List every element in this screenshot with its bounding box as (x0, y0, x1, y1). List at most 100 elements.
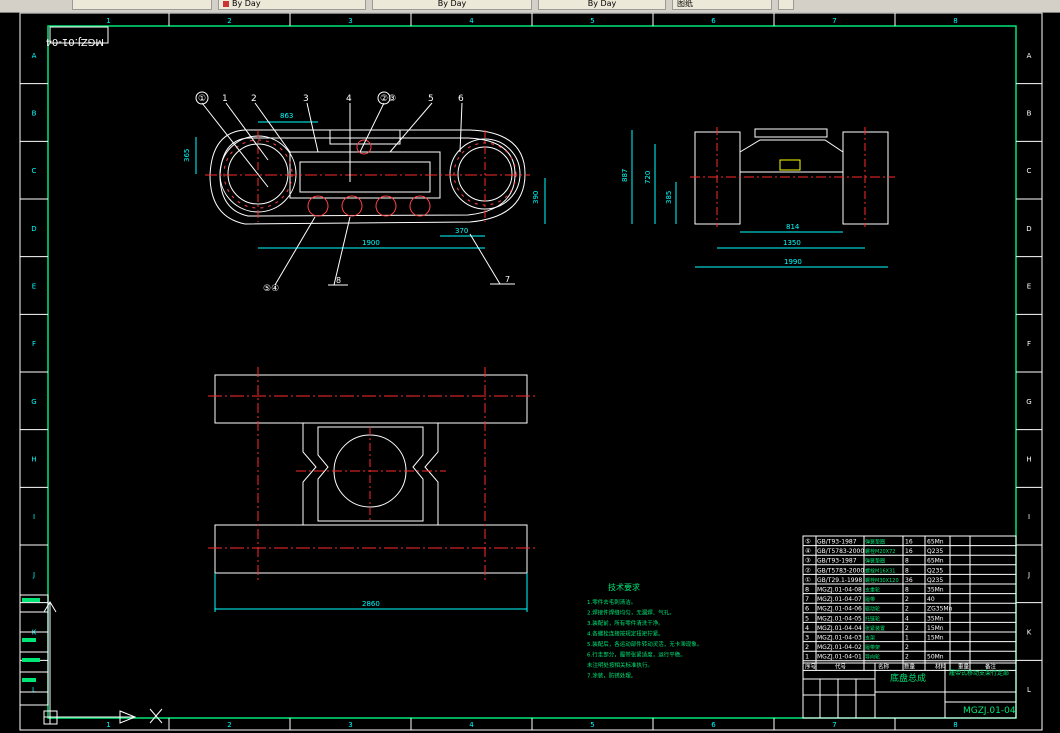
bom-cell-no: ① (805, 576, 811, 584)
note-line: 2.焊接件焊缝均匀，无漏焊、气孔。 (587, 609, 675, 617)
tab-5[interactable]: 图纸 (672, 0, 772, 10)
bom-cell-no: 6 (805, 605, 809, 613)
row-label-right: A (1027, 52, 1032, 60)
bom-cell-code: GB/T29.1-1998 (817, 577, 862, 584)
side-dim-e: 390 (532, 191, 540, 204)
cad-drawing-canvas[interactable]: 1122334455667788AABBCCDDEEFFGGHHIIJJKKLL… (0, 12, 1060, 733)
row-label-right: K (1027, 629, 1032, 637)
col-label-top: 3 (348, 17, 352, 25)
callout-leader (459, 102, 463, 153)
row-label-left: J (32, 571, 35, 579)
side-dim-c: 1900 (362, 239, 380, 247)
end-dim-a: 887 (621, 169, 629, 182)
bom-cell-name: 导向轮 (865, 654, 880, 661)
callout-7: 7 (505, 275, 510, 284)
bom-cell-qty: 2 (905, 644, 909, 651)
tab-2-label: By Day (232, 0, 261, 8)
title-drawing-number: MGZJ.01-04 (963, 706, 1016, 716)
end-dim-f: 1990 (784, 258, 802, 266)
tab-3[interactable]: By Day (372, 0, 532, 10)
bom-cell-qty: 16 (905, 539, 913, 546)
tab-2[interactable]: By Day (218, 0, 366, 10)
bom-cell-code: MGZJ.01-04-08 (817, 587, 862, 594)
bom-cell-material: Q235 (927, 548, 943, 555)
col-label-bottom: 5 (590, 721, 594, 729)
bom-cell-code: MGZJ.01-04-04 (817, 625, 862, 632)
row-label-left: C (32, 167, 37, 175)
bom-cell-no: ③ (805, 557, 811, 565)
row-label-right: L (1027, 686, 1031, 694)
technical-notes: 技术要求 1.零件去毛刺清洁。 2.焊接件焊缝均匀，无漏焊、气孔。 3.装配前，所有… (587, 582, 702, 680)
col-label-bottom: 7 (832, 721, 836, 729)
callout-label: 5 (428, 94, 434, 104)
title-part-name: 底盘总成 (890, 672, 926, 684)
end-dim-c: 385 (665, 191, 673, 204)
side-dim-b: 365 (183, 149, 191, 162)
bom-cell-material: 35Mn (927, 615, 944, 622)
bom-cell-code: MGZJ.01-04-06 (817, 606, 862, 613)
end-view: 887 720 385 814 1350 1990 (621, 127, 895, 268)
bom-cell-code: MGZJ.01-04-02 (817, 644, 862, 651)
bom-cell-name: 履带 (865, 597, 875, 603)
col-label-top: 7 (832, 17, 836, 25)
note-line: 4.各螺栓连接按规定扭矩拧紧。 (587, 630, 664, 638)
tab-4-label: By Day (587, 0, 617, 8)
col-label-bottom: 8 (953, 721, 957, 729)
col-label-bottom: 1 (106, 721, 110, 729)
row-label-left: I (33, 513, 35, 521)
row-label-left: E (32, 283, 36, 291)
row-label-right: J (1027, 571, 1030, 579)
bom-cell-material: 15Mn (927, 625, 944, 632)
side-view: 863 365 1900 370 390 ① 1 2 3 4 ②③ 5 6 ⑤④ 8 7 (183, 91, 546, 294)
bom-cell-name: 履带架 (865, 645, 880, 651)
bom-cell-material: 65Mn (927, 539, 944, 546)
end-dim-d: 814 (786, 223, 800, 231)
bom-cell-material: ZG35Mn (927, 606, 953, 613)
bom-cell-name: 支架 (865, 635, 875, 642)
bom-cell-no: 1 (805, 653, 809, 661)
bom-cell-no: ② (805, 566, 811, 574)
col-label-top: 2 (227, 17, 231, 25)
row-label-right: B (1027, 110, 1032, 118)
bom-cell-material: 15Mn (927, 635, 944, 642)
col-label-bottom: 3 (348, 721, 352, 729)
bom-cell-material: 35Mn (927, 587, 944, 594)
callout-5-4: ⑤④ (263, 284, 279, 294)
bom-cell-no: ④ (805, 547, 811, 555)
bom-cell-material: 65Mn (927, 558, 944, 565)
bom-cell-name: 张紧装置 (865, 625, 885, 632)
bom-cell-code: GB/T93-1987 (817, 558, 857, 565)
bom-cell-no: ⑤ (805, 538, 811, 546)
callout-label: 1 (222, 94, 228, 104)
tab-3-label: By Day (437, 0, 467, 8)
col-label-top: 5 (590, 17, 594, 25)
row-label-right: D (1026, 225, 1031, 233)
col-label-bottom: 4 (469, 721, 474, 729)
callout-label: 6 (458, 94, 464, 104)
bom-cell-code: GB/T5783-2000 (817, 567, 864, 574)
bom-cell-material: Q235 (927, 567, 943, 574)
top-dim-a: 2860 (362, 600, 380, 608)
callout-leader (389, 102, 433, 153)
tab-1[interactable] (72, 0, 212, 10)
bom-cell-name: 螺栓M20X72 (865, 548, 895, 555)
callout-leader (359, 102, 385, 153)
bom-cell-code: GB/T5783-2000 (817, 548, 864, 555)
bill-of-materials-table: ⑤ GB/T93-1987 弹簧垫圈 16 65Mn④ GB/T5783-2000 螺栓M2… (802, 535, 1017, 671)
mirrored-drawing-code: MGZJ.01-04 (46, 36, 104, 47)
row-label-left: H (31, 456, 36, 464)
side-dim-a: 863 (280, 112, 293, 120)
callout-label: ②③ (380, 94, 396, 104)
bom-cell-no: 3 (805, 634, 809, 642)
tab-scroll[interactable] (778, 0, 794, 10)
bom-cell-code: GB/T93-1987 (817, 539, 857, 546)
bom-cell-qty: 36 (905, 577, 913, 584)
note-line: 1.零件去毛刺清洁。 (587, 598, 636, 606)
callout-leader (254, 102, 291, 153)
row-label-left: G (31, 398, 36, 406)
row-label-left: D (31, 225, 36, 233)
end-dim-b: 720 (644, 171, 652, 184)
tab-4[interactable]: By Day (538, 0, 666, 10)
bom-cell-qty: 2 (905, 596, 909, 603)
bom-cell-no: 2 (805, 643, 809, 651)
